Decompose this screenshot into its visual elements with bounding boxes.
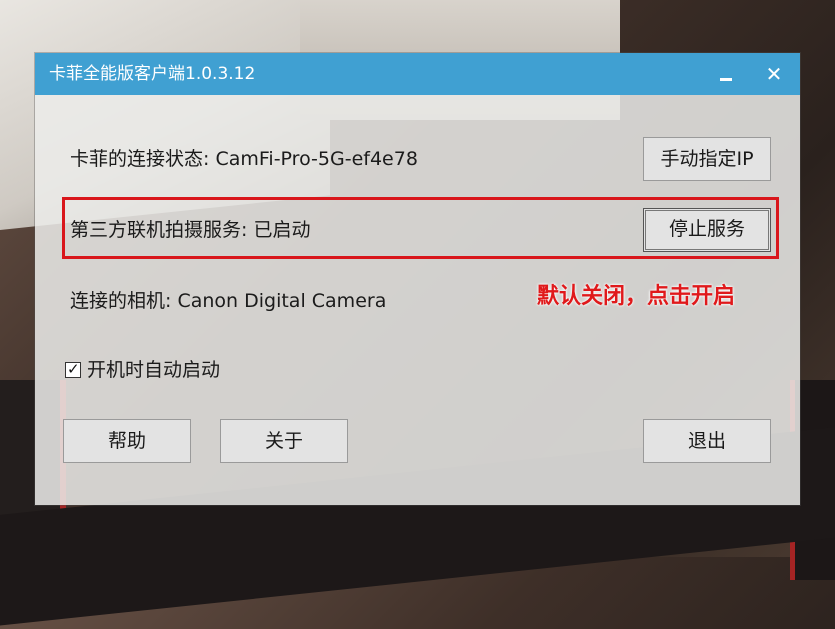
- highlight-box: [62, 197, 779, 259]
- camera-label: 连接的相机:: [70, 290, 172, 312]
- close-icon: ✕: [765, 62, 783, 86]
- help-button[interactable]: 帮助: [63, 419, 191, 463]
- autostart-row[interactable]: ✓ 开机时自动启动: [65, 357, 220, 383]
- minimize-icon: [720, 78, 732, 81]
- title-bar[interactable]: 卡菲全能版客户端1.0.3.12 ✕: [35, 53, 800, 95]
- connection-status-value: CamFi-Pro-5G-ef4e78: [215, 148, 418, 170]
- connection-status-row: 卡菲的连接状态: CamFi-Pro-5G-ef4e78: [70, 146, 418, 172]
- manual-ip-button[interactable]: 手动指定IP: [643, 137, 771, 181]
- connection-status-label: 卡菲的连接状态:: [70, 148, 210, 170]
- about-button[interactable]: 关于: [220, 419, 348, 463]
- exit-button[interactable]: 退出: [643, 419, 771, 463]
- autostart-checkbox[interactable]: ✓: [65, 360, 81, 378]
- checkmark-icon: ✓: [67, 360, 80, 378]
- minimize-button[interactable]: [711, 59, 741, 89]
- annotation-text: 默认关闭，点击开启: [537, 284, 736, 309]
- camera-value: Canon Digital Camera: [177, 290, 387, 312]
- camera-row: 连接的相机: Canon Digital Camera: [70, 288, 386, 314]
- autostart-label: 开机时自动启动: [87, 359, 221, 381]
- close-button[interactable]: ✕: [759, 59, 789, 89]
- window-title: 卡菲全能版客户端1.0.3.12: [49, 64, 256, 84]
